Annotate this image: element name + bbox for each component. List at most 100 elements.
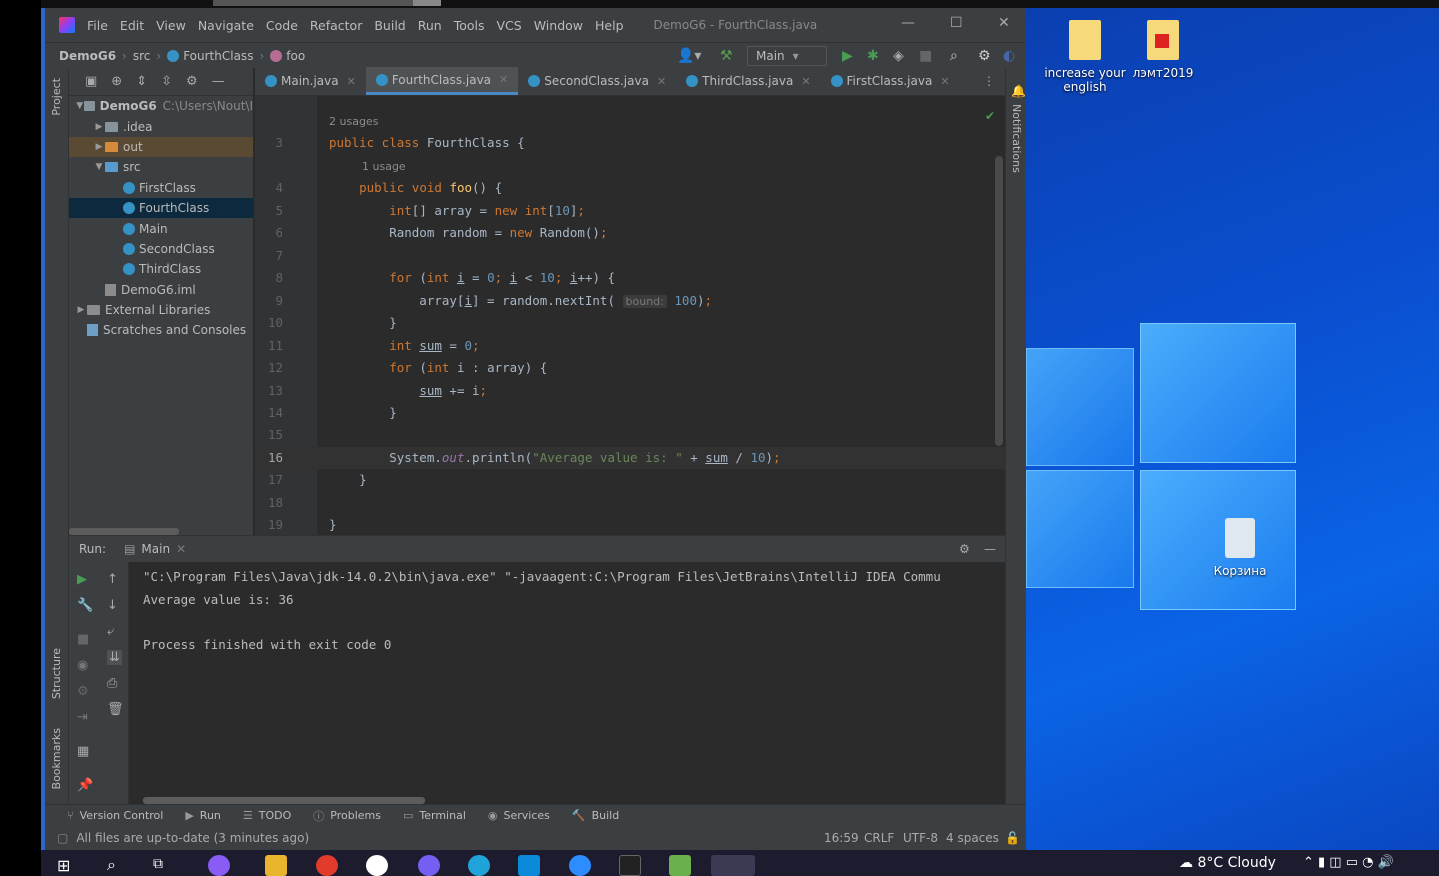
tree-item[interactable]: ▼ DemoG6 C:\Users\Nout\I: [69, 96, 253, 116]
up-arrow-icon[interactable]: ↑: [107, 572, 118, 587]
tree-item[interactable]: ThirdClass: [69, 259, 253, 279]
menu-file[interactable]: File: [87, 18, 108, 33]
code-line[interactable]: 7: [255, 245, 1005, 267]
scroll-to-end-icon[interactable]: ⇊: [107, 650, 122, 665]
code-line[interactable]: 17 }: [255, 469, 1005, 491]
lock-icon[interactable]: 🔓: [1005, 831, 1020, 845]
minimize-icon[interactable]: —: [901, 15, 915, 31]
locate-icon[interactable]: ⊕: [111, 74, 122, 89]
close-tab-icon[interactable]: ✕: [499, 73, 508, 86]
maximize-icon[interactable]: ☐: [950, 15, 963, 31]
code-line[interactable]: 11 int sum = 0;: [255, 335, 1005, 357]
tray-icons[interactable]: ⌃ ▮ ◫ ▭ ◔ 🔊: [1303, 855, 1394, 870]
tab-fourthclass[interactable]: FourthClass.java ✕: [365, 67, 519, 95]
code-editor[interactable]: 2 usages 1 usage 3 public class FourthCla…: [255, 96, 1005, 535]
breadcrumb-method[interactable]: foo: [286, 49, 305, 63]
toolwindow-todo[interactable]: ☰ TODO: [243, 809, 291, 822]
usages-hint[interactable]: 2 usages: [329, 115, 378, 128]
code-line[interactable]: 12 for (int i : array) {: [255, 357, 1005, 379]
tree-item[interactable]: ▶ out: [69, 136, 253, 158]
tree-item[interactable]: ▼ src: [69, 157, 253, 177]
console-scrollbar[interactable]: [143, 797, 425, 804]
close-tab-icon[interactable]: ✕: [940, 75, 949, 88]
bookmarks-tool-button[interactable]: Bookmarks: [50, 728, 63, 789]
tree-item[interactable]: ▶ External Libraries: [69, 300, 253, 320]
menu-navigate[interactable]: Navigate: [198, 18, 254, 33]
skype-icon[interactable]: [518, 855, 540, 876]
code-line[interactable]: 3 public class FourthClass {: [255, 132, 1005, 154]
explorer-icon[interactable]: [265, 855, 287, 876]
code-line[interactable]: 10 }: [255, 312, 1005, 334]
user-icon[interactable]: 👤▾: [677, 48, 701, 64]
settings-small-icon[interactable]: ⚙: [77, 684, 89, 699]
exit-icon[interactable]: ⇥: [77, 710, 88, 725]
tree-item[interactable]: ▶ .idea: [69, 116, 253, 136]
breadcrumb-project[interactable]: DemoG6: [59, 49, 116, 63]
hide-icon[interactable]: —: [212, 74, 225, 89]
code-line[interactable]: 19}: [255, 514, 1005, 535]
editor-scrollbar[interactable]: [995, 156, 1003, 446]
close-tab-icon[interactable]: ✕: [347, 75, 356, 88]
caret-position[interactable]: 16:59: [824, 831, 859, 845]
zoom-icon[interactable]: [569, 855, 591, 876]
tree-item[interactable]: Main: [69, 218, 253, 238]
menu-view[interactable]: View: [156, 18, 186, 33]
code-line[interactable]: 13 sum += i;: [255, 380, 1005, 402]
plugin-icon[interactable]: ◐: [1003, 48, 1015, 64]
toolwindow-services[interactable]: ◉ Services: [488, 809, 550, 822]
close-tab-icon[interactable]: ✕: [801, 75, 810, 88]
tree-item[interactable]: SecondClass: [69, 239, 253, 259]
code-line[interactable]: 18: [255, 492, 1005, 514]
chevron-right-icon[interactable]: ▶: [93, 142, 105, 152]
run-icon[interactable]: ▶: [842, 48, 853, 64]
status-message[interactable]: All files are up-to-date (3 minutes ago): [76, 831, 309, 845]
tree-item[interactable]: Scratches and Consoles: [69, 320, 253, 340]
code-line[interactable]: 14 }: [255, 402, 1005, 424]
layout-icon[interactable]: ▦: [77, 744, 89, 759]
soft-wrap-icon[interactable]: ⤶: [107, 624, 114, 639]
tab-secondclass[interactable]: SecondClass.java ✕: [518, 67, 676, 95]
menu-run[interactable]: Run: [418, 18, 442, 33]
edge-icon[interactable]: [468, 855, 490, 876]
code-line[interactable]: 5 int[] array = new int[10];: [255, 200, 1005, 222]
notepad-icon[interactable]: [669, 855, 691, 876]
line-separator[interactable]: CRLF: [864, 831, 894, 845]
breadcrumb-src[interactable]: src: [133, 49, 151, 63]
breadcrumb-class[interactable]: FourthClass: [183, 49, 253, 63]
wrench-icon[interactable]: 🔧: [77, 598, 93, 613]
toolwindow-version-control[interactable]: ⑂ Version Control: [67, 809, 163, 822]
code-line[interactable]: 8 for (int i = 0; i < 10; i++) {: [255, 267, 1005, 289]
close-icon[interactable]: ✕: [998, 15, 1010, 31]
yandex-browser-icon[interactable]: [366, 855, 388, 876]
notification-bell-icon[interactable]: 🔔: [1011, 84, 1026, 98]
code-line[interactable]: 9 array[i] = random.nextInt( bound: 100)…: [255, 290, 1005, 312]
build-hammer-icon[interactable]: ⚒: [720, 48, 733, 64]
settings-icon[interactable]: ⚙: [978, 48, 991, 64]
desktop-icon-english[interactable]: increase your english: [1042, 20, 1128, 94]
tree-item[interactable]: FirstClass: [69, 178, 253, 198]
task-view-icon[interactable]: ⧉: [153, 856, 163, 872]
toolwindow-terminal[interactable]: ▭ Terminal: [403, 809, 466, 822]
search-icon[interactable]: ⌕: [107, 855, 116, 875]
menu-edit[interactable]: Edit: [120, 18, 144, 33]
desktop-icon-recycle-bin[interactable]: Корзина: [1197, 518, 1283, 578]
terminal-icon[interactable]: [619, 855, 641, 876]
alice-icon[interactable]: [208, 855, 230, 876]
menu-tools[interactable]: Tools: [454, 18, 485, 33]
coverage-icon[interactable]: ◈: [893, 48, 904, 64]
code-line[interactable]: 15: [255, 424, 1005, 446]
desktop-icon-lemt[interactable]: лэмт2019: [1120, 20, 1206, 80]
console-output[interactable]: "C:\Program Files\Java\jdk-14.0.2\bin\ja…: [143, 566, 941, 656]
windows-start-icon[interactable]: ⊞: [57, 856, 70, 875]
project-tool-button[interactable]: Project: [50, 78, 63, 116]
stop-icon[interactable]: ■: [919, 48, 932, 64]
tab-main[interactable]: Main.java ✕: [255, 67, 366, 95]
gear-icon[interactable]: ⚙: [959, 542, 970, 556]
usages-hint[interactable]: 1 usage: [362, 160, 406, 173]
hide-panel-icon[interactable]: —: [984, 542, 996, 556]
menu-help[interactable]: Help: [595, 18, 624, 33]
toolwindow-problems[interactable]: ⓘ Problems: [313, 808, 381, 824]
close-tab-icon[interactable]: ✕: [657, 75, 666, 88]
code-line[interactable]: 6 Random random = new Random();: [255, 222, 1005, 244]
viber-icon[interactable]: [418, 855, 440, 876]
